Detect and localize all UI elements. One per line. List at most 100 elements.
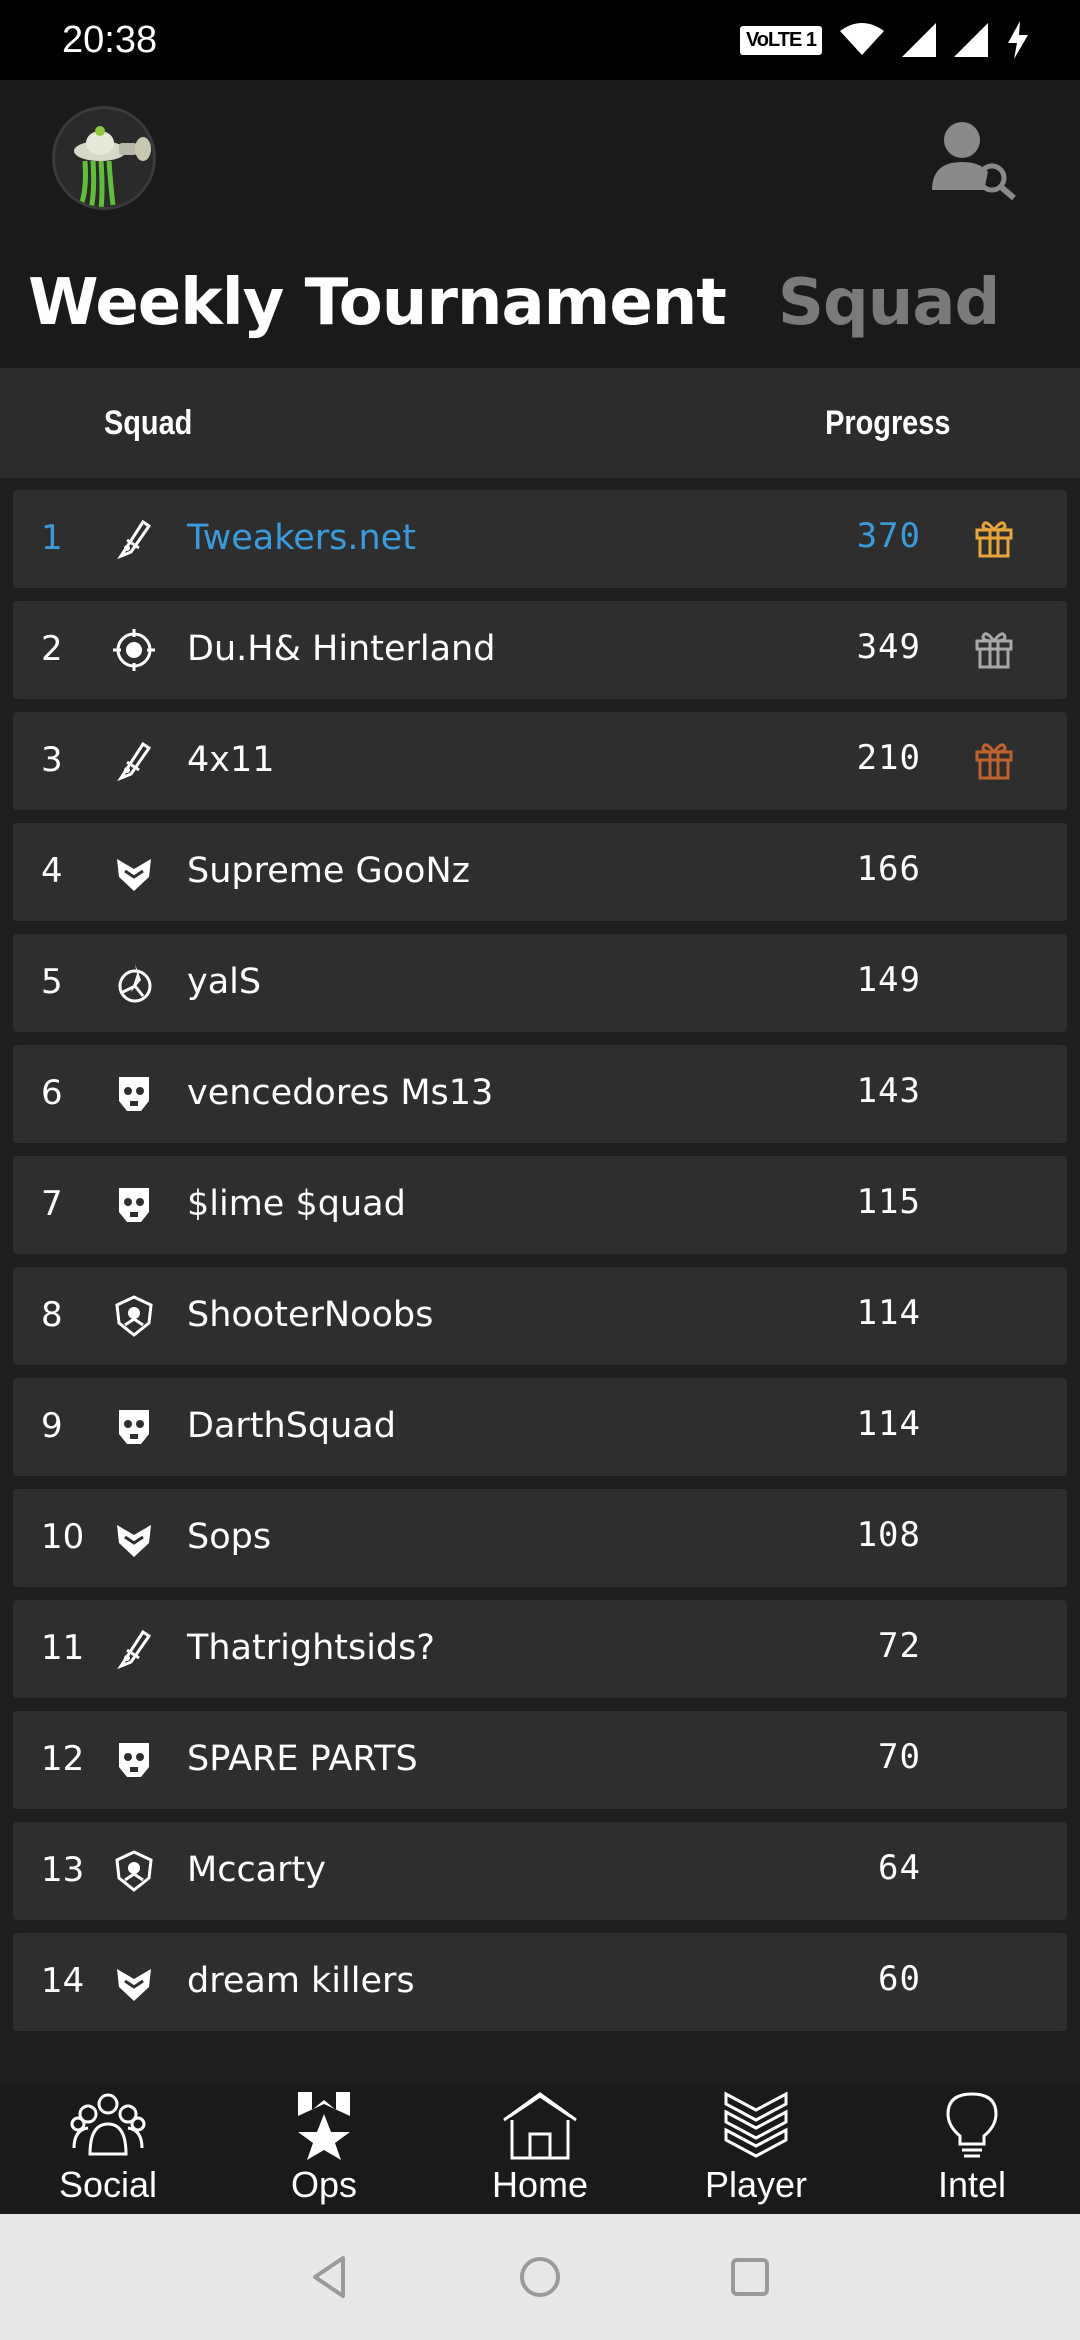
lightbulb-icon (946, 2092, 998, 2158)
table-row[interactable]: 1 Tweakers.net 370 (13, 490, 1067, 588)
table-row[interactable]: 12 SPARE PARTS 70 (13, 1711, 1067, 1809)
row-score: 166 (856, 849, 921, 889)
gift-reward-icon[interactable] (973, 516, 1015, 558)
row-squad-name: ShooterNoobs (187, 1295, 434, 1335)
tab-squad[interactable]: Squad (778, 266, 1000, 340)
row-rank: 12 (41, 1739, 85, 1779)
skull-emblem-icon (119, 1743, 149, 1777)
nav-social[interactable]: Social (0, 2084, 216, 2214)
table-row[interactable]: 13 Mccarty 64 (13, 1822, 1067, 1920)
nav-home[interactable]: Home (432, 2084, 648, 2214)
row-squad-name: dream killers (187, 1961, 415, 2001)
back-icon[interactable] (305, 2252, 355, 2302)
battery-charging-icon (1008, 21, 1028, 59)
row-squad-name: yalS (187, 962, 262, 1002)
nav-home-label: Home (491, 2164, 589, 2205)
gift-reward-icon[interactable] (973, 627, 1015, 669)
skull-emblem-icon (119, 1188, 149, 1222)
home-icon (503, 2092, 577, 2160)
row-score: 349 (856, 627, 921, 667)
row-squad-name: 4x11 (187, 740, 275, 780)
signal-icon (902, 23, 936, 57)
row-score: 114 (856, 1404, 921, 1444)
status-time: 20:38 (62, 18, 158, 61)
rifle-emblem-icon (117, 519, 152, 560)
table-header: Squad Progress (0, 368, 1080, 478)
row-score: 60 (878, 1959, 921, 1999)
nav-ops[interactable]: Ops (216, 2084, 432, 2214)
row-rank: 13 (41, 1850, 85, 1890)
nav-intel-label: Intel (937, 2164, 1007, 2205)
row-score: 115 (856, 1182, 921, 1222)
shield-emblem-icon (115, 1850, 153, 1892)
table-row[interactable]: 7 $lime $quad 115 (13, 1156, 1067, 1254)
nav-intel[interactable]: Intel (864, 2084, 1080, 2214)
row-score: 64 (878, 1848, 921, 1888)
row-score: 149 (856, 960, 921, 1000)
row-score: 114 (856, 1293, 921, 1333)
nav-social-label: Social (58, 2164, 158, 2205)
row-rank: 7 (41, 1184, 63, 1224)
player-chevrons-icon (724, 2091, 788, 2158)
wings-emblem-icon (117, 1525, 151, 1557)
gift-reward-icon[interactable] (973, 738, 1015, 780)
row-rank: 5 (41, 962, 63, 1002)
row-rank: 1 (41, 518, 63, 558)
nav-ops-label: Ops (290, 2164, 358, 2205)
signal-icon-2 (954, 23, 988, 57)
row-rank: 2 (41, 629, 63, 669)
player-avatar[interactable] (52, 106, 156, 210)
social-group-icon (70, 2093, 146, 2156)
column-header-squad: Squad (104, 404, 193, 442)
row-score: 143 (856, 1071, 921, 1111)
shield-emblem-icon (115, 1295, 153, 1337)
row-squad-name: SPARE PARTS (187, 1739, 418, 1779)
rifle-emblem-icon (117, 1629, 152, 1670)
system-nav-bar (0, 2214, 1080, 2340)
row-rank: 8 (41, 1295, 63, 1335)
row-rank: 11 (41, 1628, 85, 1668)
home-circle-icon[interactable] (515, 2252, 565, 2302)
row-score: 210 (856, 738, 921, 778)
app-header: Weekly Tournament Squad (0, 80, 1080, 368)
ops-star-icon (298, 2092, 350, 2160)
row-score: 70 (878, 1737, 921, 1777)
row-squad-name: DarthSquad (187, 1406, 396, 1446)
tab-weekly-tournament[interactable]: Weekly Tournament (28, 266, 727, 340)
skull-emblem-icon (119, 1077, 149, 1111)
rifle-emblem-icon (117, 741, 152, 782)
row-rank: 14 (41, 1961, 85, 2001)
column-header-progress: Progress (824, 404, 950, 442)
status-bar: 20:38 VoLTE 1 (0, 0, 1080, 80)
table-row[interactable]: 8 ShooterNoobs 114 (13, 1267, 1067, 1365)
table-row[interactable]: 6 vencedores Ms13 143 (13, 1045, 1067, 1143)
recents-square-icon[interactable] (725, 2252, 775, 2302)
row-score: 370 (856, 516, 921, 556)
row-squad-name: Tweakers.net (187, 518, 416, 558)
row-squad-name: Thatrightsids? (187, 1628, 435, 1668)
row-score: 72 (878, 1626, 921, 1666)
nav-player[interactable]: Player (648, 2084, 864, 2214)
row-rank: 9 (41, 1406, 63, 1446)
table-row[interactable]: 4 Supreme GooNz 166 (13, 823, 1067, 921)
table-row[interactable]: 11 Thatrightsids? 72 (13, 1600, 1067, 1698)
table-row[interactable]: 3 4x11 210 (13, 712, 1067, 810)
row-squad-name: Du.H& Hinterland (187, 629, 496, 669)
skull-emblem-icon (119, 1410, 149, 1444)
target-emblem-icon (113, 629, 155, 671)
table-row[interactable]: 2 Du.H& Hinterland 349 (13, 601, 1067, 699)
volte-badge: VoLTE 1 (739, 25, 822, 55)
table-row[interactable]: 10 Sops 108 (13, 1489, 1067, 1587)
player-search-icon[interactable] (928, 116, 1024, 200)
leaderboard-list[interactable]: 1 Tweakers.net 370 2 Du.H& Hinterland 349 3 4x1… (0, 478, 1080, 2084)
wifi-icon (840, 23, 884, 55)
row-score: 108 (856, 1515, 921, 1555)
wings-emblem-icon (117, 1969, 151, 2001)
table-row[interactable]: 9 DarthSquad 114 (13, 1378, 1067, 1476)
table-row[interactable]: 5 yalS 149 (13, 934, 1067, 1032)
row-rank: 4 (41, 851, 63, 891)
table-row[interactable]: 14 dream killers 60 (13, 1933, 1067, 2031)
tab-bar: Weekly Tournament Squad (28, 266, 1000, 340)
alien-avatar-icon (74, 126, 151, 207)
status-icons: VoLTE 1 (739, 21, 1030, 59)
